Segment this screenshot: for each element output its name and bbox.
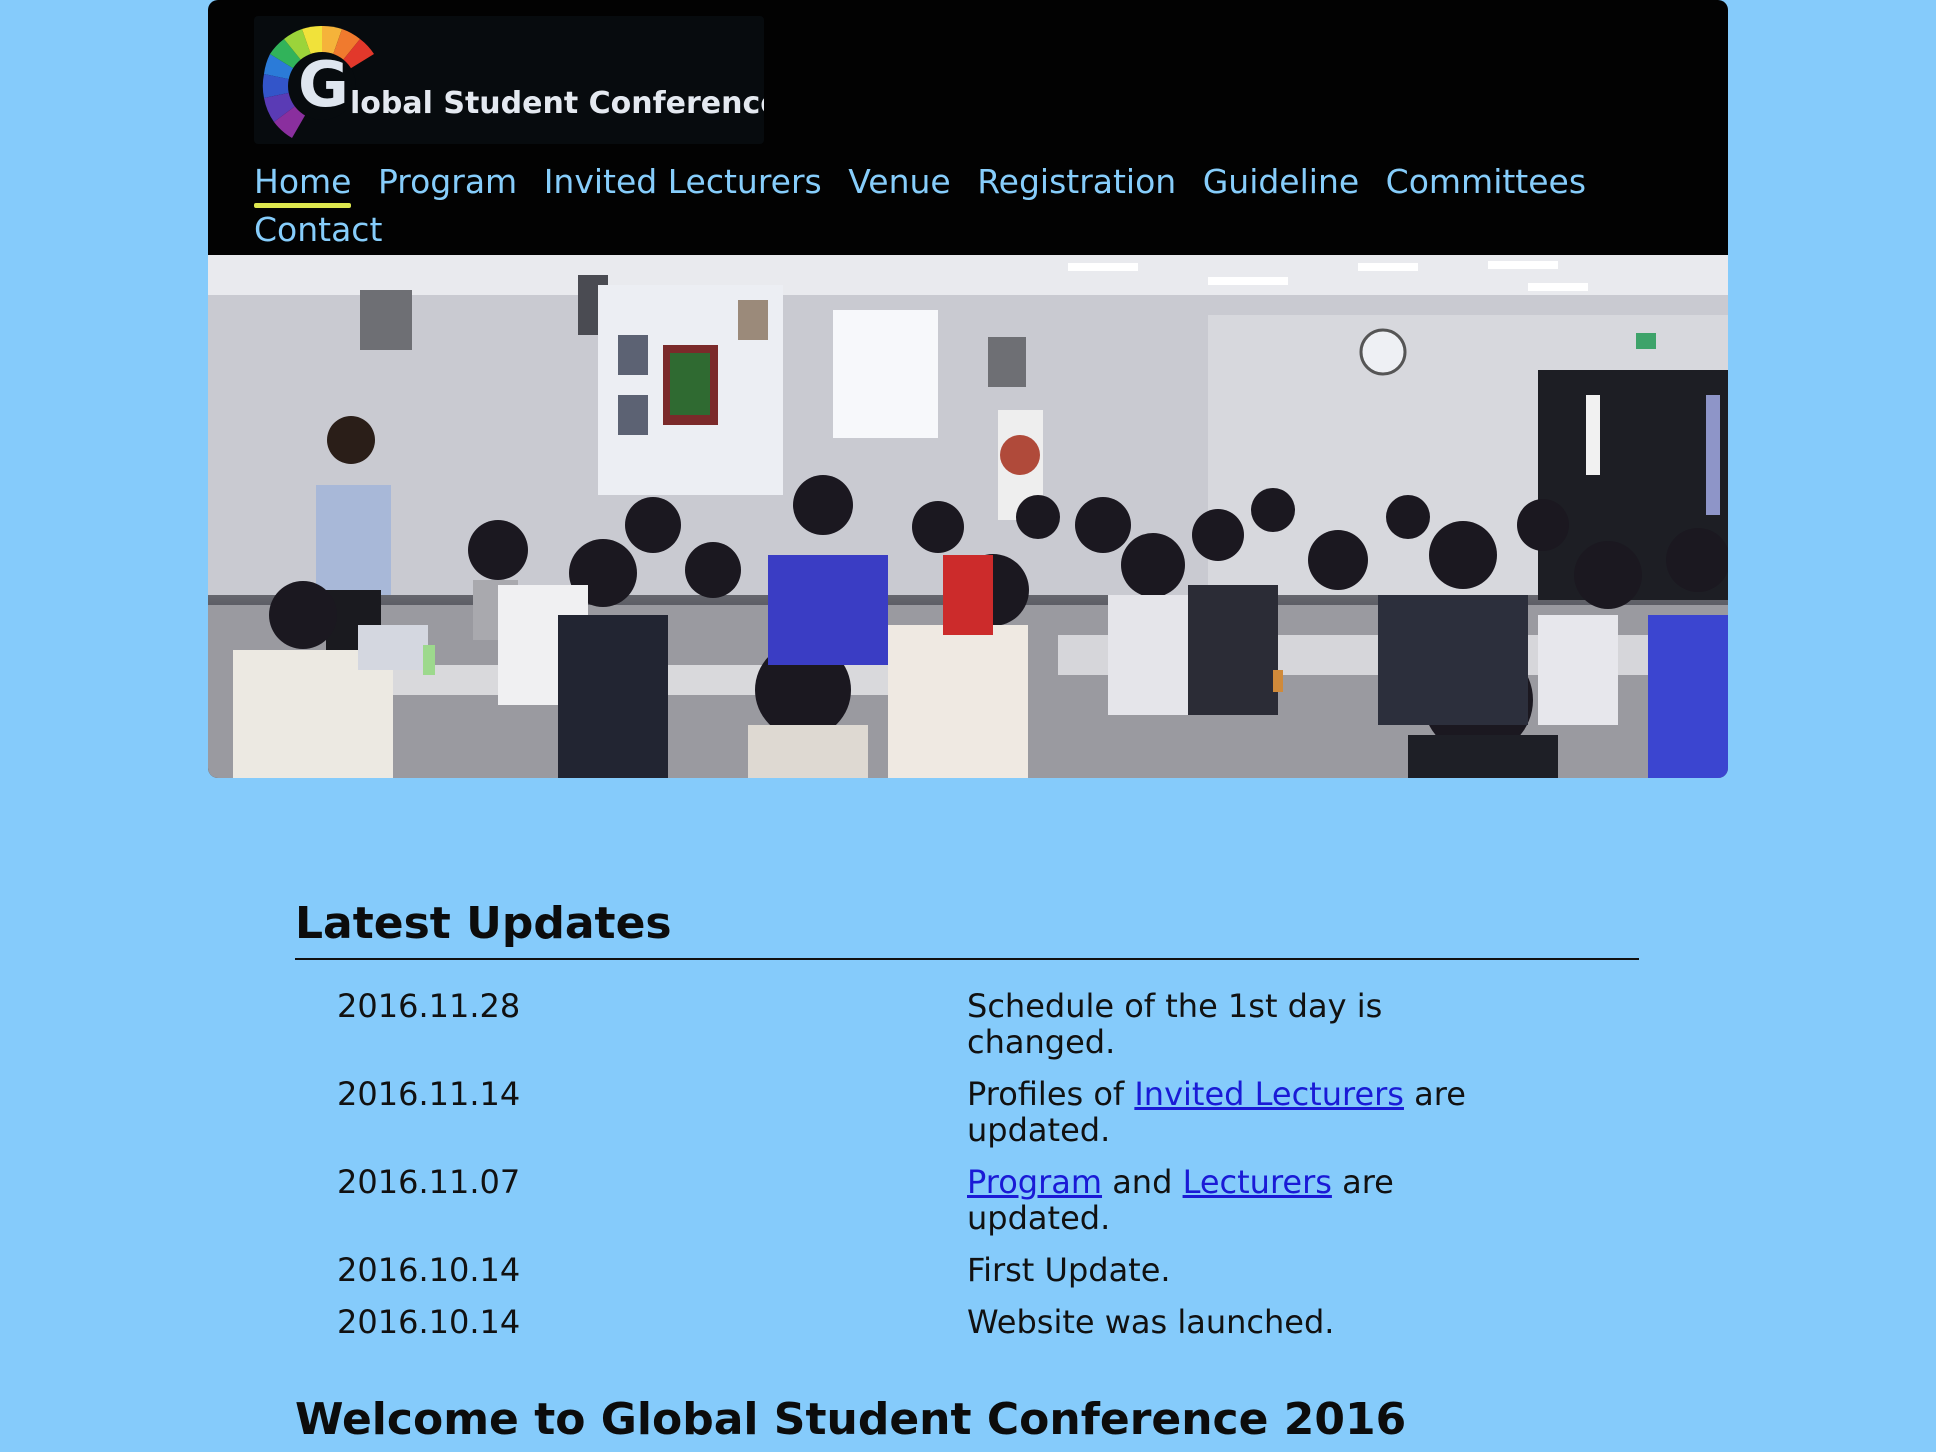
- nav-home[interactable]: Home: [254, 158, 352, 208]
- divider: [295, 958, 1639, 960]
- update-text: Profiles of Invited Lecturers are update…: [967, 1076, 1507, 1148]
- nav-guideline[interactable]: Guideline: [1203, 158, 1359, 206]
- nav-registration[interactable]: Registration: [977, 158, 1176, 206]
- nav-committees[interactable]: Committees: [1386, 158, 1586, 206]
- list-item: 2016.11.28 Schedule of the 1st day is ch…: [337, 988, 1537, 1060]
- update-text: First Update.: [967, 1251, 1171, 1289]
- nav-invited-lecturers[interactable]: Invited Lecturers: [544, 158, 822, 206]
- main-nav: Home Program Invited Lecturers Venue Reg…: [254, 158, 1714, 254]
- update-date: 2016.11.14: [337, 1075, 521, 1113]
- nav-venue[interactable]: Venue: [848, 158, 950, 206]
- update-text: Website was launched.: [967, 1303, 1335, 1341]
- updates-list: 2016.11.28 Schedule of the 1st day is ch…: [337, 988, 1537, 1356]
- update-text: Schedule of the 1st day is changed.: [967, 987, 1383, 1061]
- nav-contact[interactable]: Contact: [254, 206, 382, 254]
- update-text: Program and Lecturers are updated.: [967, 1164, 1507, 1236]
- list-item: 2016.10.14 Website was launched.: [337, 1304, 1537, 1340]
- list-item: 2016.11.14 Profiles of Invited Lecturers…: [337, 1076, 1537, 1148]
- logo-text: lobal Student Conference: [350, 86, 764, 121]
- nav-program[interactable]: Program: [378, 158, 517, 206]
- text-segment: and: [1102, 1163, 1183, 1201]
- update-date: 2016.10.14: [337, 1303, 521, 1341]
- update-date: 2016.11.28: [337, 987, 521, 1025]
- lecturers-link[interactable]: Lecturers: [1183, 1163, 1332, 1201]
- update-date: 2016.10.14: [337, 1251, 521, 1289]
- logo-initial: G: [298, 48, 349, 121]
- conference-photo: [208, 255, 1728, 778]
- program-link[interactable]: Program: [967, 1163, 1102, 1201]
- site-header: G lobal Student Conference Home Program …: [208, 0, 1728, 255]
- text-segment: Profiles of: [967, 1075, 1135, 1113]
- update-date: 2016.11.07: [337, 1163, 521, 1201]
- latest-updates-heading: Latest Updates: [295, 898, 672, 949]
- list-item: 2016.10.14 First Update.: [337, 1252, 1537, 1288]
- invited-lecturers-link[interactable]: Invited Lecturers: [1134, 1075, 1404, 1113]
- site-logo[interactable]: G lobal Student Conference: [254, 16, 764, 144]
- list-item: 2016.11.07 Program and Lecturers are upd…: [337, 1164, 1537, 1236]
- welcome-heading: Welcome to Global Student Conference 201…: [295, 1394, 1407, 1445]
- hero-photo: [208, 255, 1728, 778]
